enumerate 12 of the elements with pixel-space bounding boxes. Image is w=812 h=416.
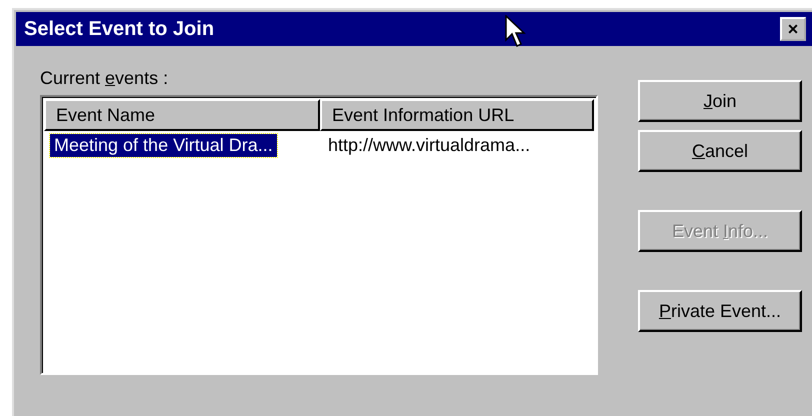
event-list[interactable]: Event Name Event Information URL Meeting of the Virtual Dra... http://www.virtualdrama... [40, 95, 598, 375]
column-header[interactable]: Event Name [44, 99, 320, 131]
cursor-icon [505, 15, 527, 49]
table-cell[interactable]: Meeting of the Virtual Dra... [50, 134, 277, 156]
dialog-button[interactable]: Cancel [638, 130, 802, 172]
table-cell[interactable]: http://www.virtualdrama... [320, 132, 538, 158]
list-label: Current events : [40, 68, 170, 89]
dialog-button[interactable]: Join [638, 80, 802, 122]
window-title: Select Event to Join [24, 18, 214, 40]
column-header[interactable]: Event Information URL [320, 99, 594, 131]
close-button[interactable]: × [780, 17, 806, 41]
dialog-button[interactable]: Private Event... [638, 290, 802, 332]
